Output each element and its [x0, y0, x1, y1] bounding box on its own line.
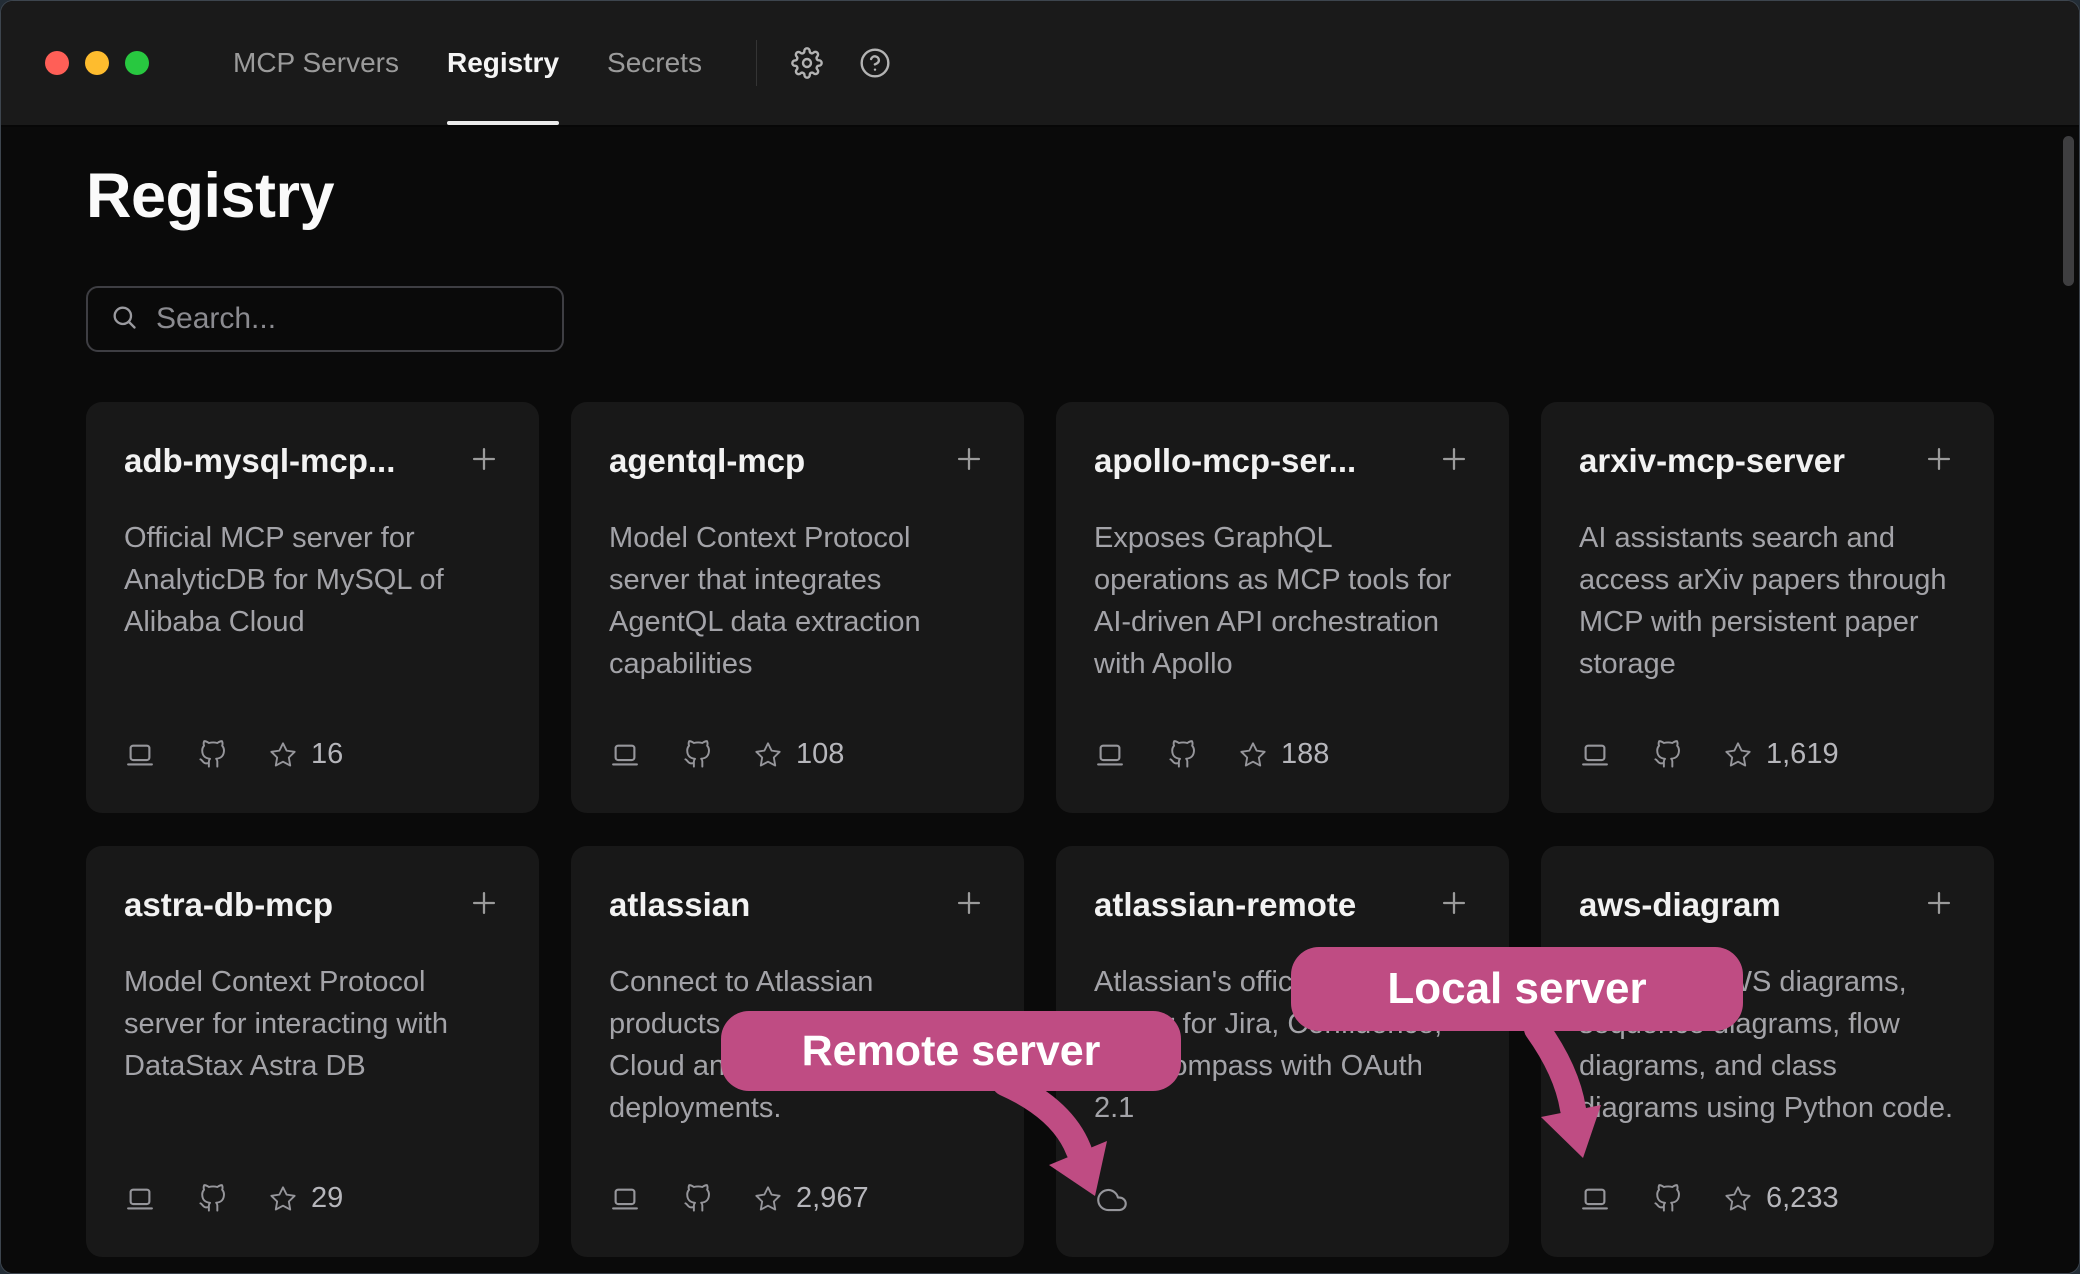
server-card[interactable]: agentql-mcp Model Context Protocol serve…	[571, 402, 1024, 813]
traffic-lights	[45, 51, 149, 75]
star-icon	[1724, 1185, 1752, 1213]
card-footer: 16	[124, 738, 343, 771]
server-card[interactable]: aws-diagram Generate AWS diagrams, seque…	[1541, 846, 1994, 1257]
add-server-button[interactable]	[952, 886, 986, 920]
server-name: astra-db-mcp	[124, 884, 333, 925]
plus-icon	[1922, 886, 1956, 920]
plus-icon	[1437, 442, 1471, 476]
plus-icon	[952, 442, 986, 476]
search-box	[86, 286, 564, 352]
registry-page: Registry adb-mysql-mcp... Offici	[1, 127, 2079, 1273]
server-description: Official MCP server for AnalyticDB for M…	[124, 517, 501, 643]
minimize-button[interactable]	[85, 51, 109, 75]
server-name: atlassian	[609, 884, 750, 925]
local-server-callout: Local server	[1291, 947, 1743, 1031]
laptop-icon	[1579, 740, 1611, 770]
app-window: MCP Servers Registry Secrets	[0, 0, 2080, 1274]
add-server-button[interactable]	[1922, 886, 1956, 920]
gear-icon	[791, 47, 823, 79]
laptop-icon	[1094, 740, 1126, 770]
scrollbar-thumb[interactable]	[2063, 136, 2074, 286]
search-icon	[110, 303, 138, 336]
server-name: atlassian-remote	[1094, 884, 1356, 925]
plus-icon	[467, 442, 501, 476]
help-icon	[859, 47, 891, 79]
laptop-icon	[1579, 1184, 1611, 1214]
server-name: agentql-mcp	[609, 440, 805, 481]
plus-icon	[952, 886, 986, 920]
page-title: Registry	[86, 165, 1994, 228]
star-count: 16	[311, 738, 343, 771]
zoom-button[interactable]	[125, 51, 149, 75]
github-icon	[1168, 740, 1197, 769]
star-count: 29	[311, 1182, 343, 1215]
star-count: 108	[796, 738, 844, 771]
card-footer: 188	[1094, 738, 1329, 771]
add-server-button[interactable]	[1437, 442, 1471, 476]
server-card[interactable]: astra-db-mcp Model Context Protocol serv…	[86, 846, 539, 1257]
card-footer: 1,619	[1579, 738, 1839, 771]
add-server-button[interactable]	[1437, 886, 1471, 920]
laptop-icon	[124, 740, 156, 770]
star-count: 6,233	[1766, 1182, 1839, 1215]
plus-icon	[467, 886, 501, 920]
laptop-icon	[124, 1184, 156, 1214]
titlebar: MCP Servers Registry Secrets	[1, 1, 2079, 127]
tab-mcp-servers[interactable]: MCP Servers	[233, 1, 399, 125]
star-icon	[754, 741, 782, 769]
server-description: Model Context Protocol server that integ…	[609, 517, 986, 685]
card-footer	[1094, 1185, 1130, 1215]
remote-server-callout: Remote server	[721, 1011, 1181, 1091]
add-server-button[interactable]	[467, 442, 501, 476]
server-card[interactable]: adb-mysql-mcp... Official MCP server for…	[86, 402, 539, 813]
add-server-button[interactable]	[1922, 442, 1956, 476]
github-icon	[1653, 1184, 1682, 1213]
github-icon	[683, 740, 712, 769]
star-count: 2,967	[796, 1182, 869, 1215]
star-icon	[1724, 741, 1752, 769]
search-input[interactable]	[156, 302, 542, 336]
close-button[interactable]	[45, 51, 69, 75]
server-description: AI assistants search and access arXiv pa…	[1579, 517, 1956, 685]
server-card-grid: adb-mysql-mcp... Official MCP server for…	[86, 402, 1994, 1257]
card-footer: 6,233	[1579, 1182, 1839, 1215]
add-server-button[interactable]	[467, 886, 501, 920]
laptop-icon	[609, 740, 641, 770]
card-footer: 108	[609, 738, 844, 771]
github-icon	[198, 740, 227, 769]
plus-icon	[1437, 886, 1471, 920]
tab-registry[interactable]: Registry	[447, 1, 559, 125]
plus-icon	[1922, 442, 1956, 476]
nav-tabs: MCP Servers Registry Secrets	[233, 1, 702, 125]
server-card[interactable]: apollo-mcp-ser... Exposes GraphQL operat…	[1056, 402, 1509, 813]
server-description: Model Context Protocol server for intera…	[124, 961, 501, 1087]
server-name: apollo-mcp-ser...	[1094, 440, 1356, 481]
server-name: adb-mysql-mcp...	[124, 440, 395, 481]
cloud-icon	[1094, 1185, 1130, 1215]
star-count: 188	[1281, 738, 1329, 771]
server-name: aws-diagram	[1579, 884, 1781, 925]
star-count: 1,619	[1766, 738, 1839, 771]
help-button[interactable]	[859, 47, 891, 79]
server-card[interactable]: arxiv-mcp-server AI assistants search an…	[1541, 402, 1994, 813]
add-server-button[interactable]	[952, 442, 986, 476]
github-icon	[683, 1184, 712, 1213]
star-icon	[1239, 741, 1267, 769]
card-footer: 2,967	[609, 1182, 869, 1215]
star-icon	[269, 741, 297, 769]
star-icon	[269, 1185, 297, 1213]
github-icon	[198, 1184, 227, 1213]
star-icon	[754, 1185, 782, 1213]
server-name: arxiv-mcp-server	[1579, 440, 1845, 481]
tab-secrets[interactable]: Secrets	[607, 1, 702, 125]
laptop-icon	[609, 1184, 641, 1214]
settings-button[interactable]	[791, 47, 823, 79]
titlebar-divider	[756, 40, 757, 86]
github-icon	[1653, 740, 1682, 769]
card-footer: 29	[124, 1182, 343, 1215]
server-description: Exposes GraphQL operations as MCP tools …	[1094, 517, 1471, 685]
